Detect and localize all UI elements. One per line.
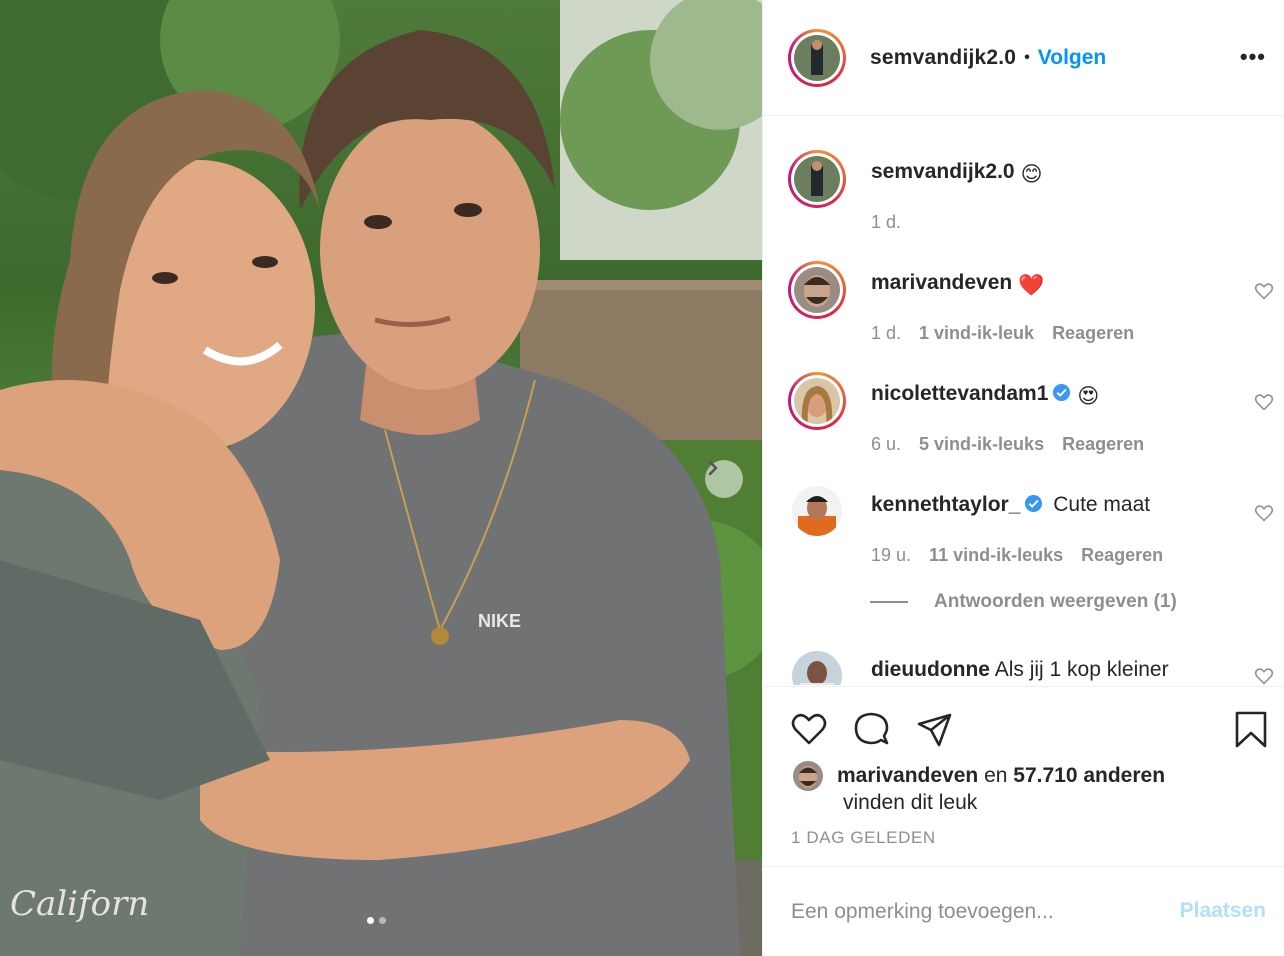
comment-item: marivandeven ❤️ 1 d. 1 vind-ik-leuk Reagere…	[788, 261, 1274, 351]
avatar-image	[792, 486, 842, 536]
comment-avatar[interactable]	[792, 486, 842, 536]
author-avatar[interactable]	[788, 28, 846, 87]
carousel-dot-active	[367, 917, 374, 924]
caption-line: semvandijk2.0 😊	[871, 160, 1043, 187]
comment-text: Cute maat	[1053, 493, 1151, 516]
comment-username[interactable]: nicolettevandam1	[871, 382, 1048, 405]
caption-username[interactable]: semvandijk2.0	[871, 160, 1015, 183]
comment-icon[interactable]	[851, 709, 891, 749]
avatar-image	[793, 761, 823, 791]
comment-item: nicolettevandam1 😍 6 u. 5 vind-ik-leuks Rea…	[788, 372, 1274, 462]
comment-item: kennethtaylor_ Cute maat 19 u. 11 vind-ik…	[788, 483, 1274, 573]
comment-time[interactable]: 19 u.	[871, 545, 911, 565]
verified-icon	[1053, 383, 1071, 402]
caption-meta: 1 d.	[871, 212, 919, 233]
comment-emoji: ❤️	[1018, 274, 1045, 297]
reply-button[interactable]: Reageren	[1062, 434, 1144, 454]
svg-text:Californ: Californ	[10, 884, 149, 924]
caption-emoji: 😊	[1020, 163, 1043, 186]
post-sidebar: semvandijk2.0 • Volgen ••• semvandijk2.0…	[762, 0, 1284, 956]
svg-text:NIKE: NIKE	[478, 611, 521, 631]
post-header: semvandijk2.0 • Volgen •••	[763, 0, 1284, 116]
comment-avatar[interactable]	[788, 261, 846, 319]
like-heart-icon[interactable]	[789, 709, 829, 749]
caption: semvandijk2.0 😊 1 d.	[788, 150, 1268, 240]
comment-likes[interactable]: 11 vind-ik-leuks	[929, 545, 1063, 565]
comment-avatar[interactable]	[792, 651, 842, 685]
add-comment-bar: Plaatsen	[763, 866, 1284, 956]
comment-line: dieuudonne Als jij 1 kop kleiner	[871, 658, 1169, 682]
comment-avatar[interactable]	[788, 372, 846, 430]
header-separator: •	[1024, 48, 1030, 66]
comment-likes[interactable]: 1 vind-ik-leuk	[919, 323, 1034, 343]
comment-username[interactable]: marivandeven	[871, 271, 1012, 294]
post-photo[interactable]: NIKE Californ	[0, 0, 762, 956]
likes-count[interactable]: 57.710 anderen	[1013, 764, 1165, 787]
comment-line: marivandeven ❤️	[871, 271, 1044, 298]
liker-username[interactable]: marivandeven	[837, 764, 978, 787]
comment-meta: 1 d. 1 vind-ik-leuk Reageren	[871, 323, 1152, 344]
avatar-image	[792, 651, 842, 685]
avatar-image	[794, 378, 840, 424]
comments-list[interactable]: semvandijk2.0 😊 1 d. marivandeven ❤️ 1 d…	[763, 117, 1284, 685]
chevron-right-icon	[708, 460, 718, 476]
reply-button[interactable]: Reageren	[1052, 323, 1134, 343]
view-replies-button[interactable]: Antwoorden weergeven (1)	[870, 591, 1177, 613]
view-replies-label: Antwoorden weergeven (1)	[934, 591, 1177, 612]
comment-time[interactable]: 6 u.	[871, 434, 901, 454]
comment-item: dieuudonne Als jij 1 kop kleiner	[788, 648, 1274, 685]
carousel-indicator	[367, 917, 386, 924]
avatar-image	[794, 156, 840, 202]
likes-connector: en	[978, 764, 1014, 787]
post-actions: marivandeven en 57.710 anderen vinden di…	[763, 686, 1284, 866]
comment-username[interactable]: kennethtaylor_	[871, 493, 1020, 516]
comment-line: kennethtaylor_ Cute maat	[871, 493, 1150, 517]
carousel-next-button[interactable]	[705, 460, 743, 498]
heart-icon[interactable]	[1254, 281, 1274, 301]
caption-avatar[interactable]	[788, 150, 846, 208]
comment-time[interactable]: 1 d.	[871, 323, 901, 343]
heart-icon[interactable]	[1254, 666, 1274, 685]
verified-icon	[1025, 494, 1043, 513]
photo-illustration: NIKE Californ	[0, 0, 762, 956]
replies-divider	[870, 601, 908, 603]
comment-line: nicolettevandam1 😍	[871, 382, 1099, 409]
comment-username[interactable]: dieuudonne	[871, 658, 990, 681]
more-icon[interactable]: •••	[1240, 44, 1266, 70]
comment-meta: 6 u. 5 vind-ik-leuks Reageren	[871, 434, 1162, 455]
comment-emoji: 😍	[1077, 385, 1100, 408]
comment-input[interactable]	[791, 893, 1161, 931]
reply-button[interactable]: Reageren	[1081, 545, 1163, 565]
avatar-image	[794, 267, 840, 313]
author-username[interactable]: semvandijk2.0	[870, 46, 1016, 70]
post-comment-button[interactable]: Plaatsen	[1180, 899, 1266, 923]
comment-text: Als jij 1 kop kleiner	[994, 658, 1169, 681]
liker-avatar[interactable]	[793, 761, 823, 791]
follow-button[interactable]: Volgen	[1038, 46, 1106, 70]
share-icon[interactable]	[915, 709, 955, 749]
avatar-image	[794, 34, 840, 81]
comment-meta: 19 u. 11 vind-ik-leuks Reageren	[871, 545, 1181, 566]
carousel-dot	[379, 917, 386, 924]
likes-summary: marivandeven en 57.710 anderen	[793, 761, 1165, 791]
bookmark-icon[interactable]	[1231, 709, 1271, 749]
caption-time[interactable]: 1 d.	[871, 212, 901, 232]
comment-likes[interactable]: 5 vind-ik-leuks	[919, 434, 1044, 454]
heart-icon[interactable]	[1254, 503, 1274, 523]
likes-suffix: vinden dit leuk	[843, 791, 978, 814]
heart-icon[interactable]	[1254, 392, 1274, 412]
post-timestamp[interactable]: 1 DAG GELEDEN	[791, 828, 936, 848]
